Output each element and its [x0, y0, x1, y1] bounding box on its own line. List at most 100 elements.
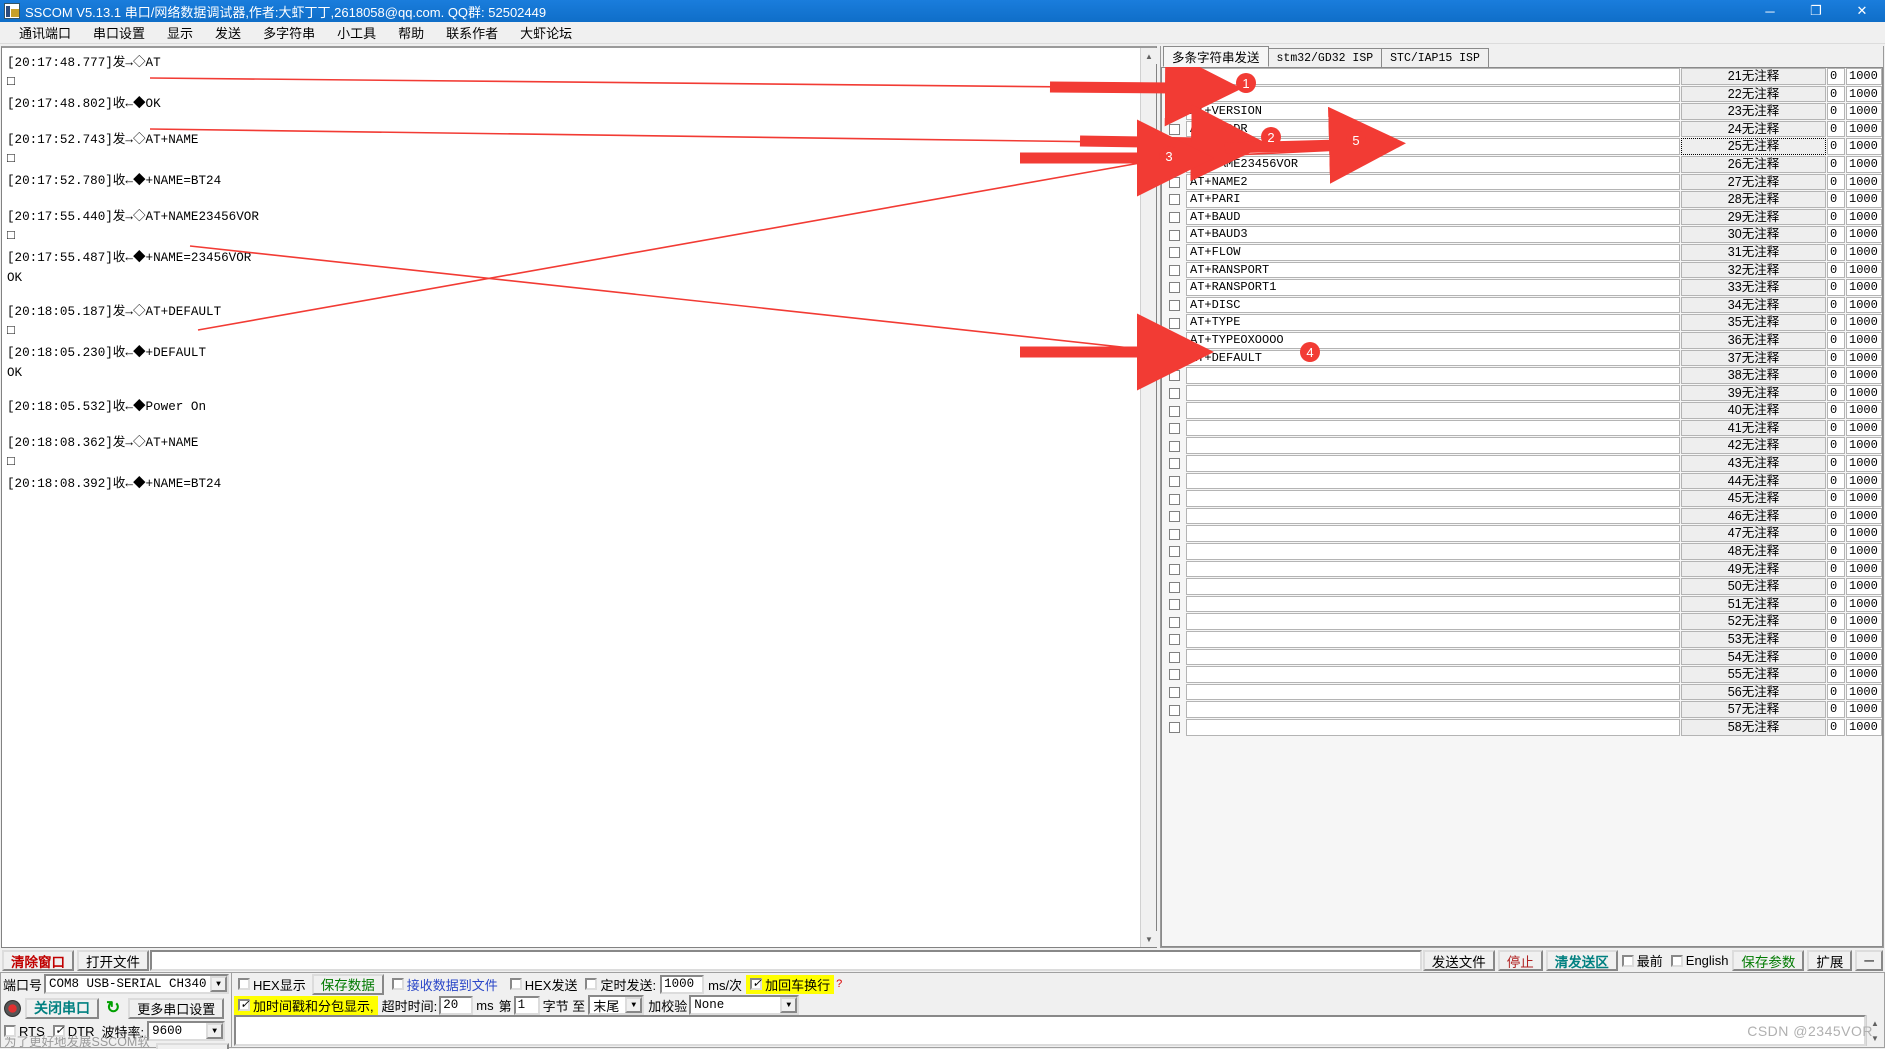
command-input[interactable] — [1186, 525, 1680, 543]
english-checkbox[interactable]: English — [1667, 953, 1733, 968]
interval-cell[interactable]: 1000 — [1846, 455, 1882, 472]
chevron-down-icon[interactable]: ▼ — [206, 1023, 224, 1039]
save-params-button[interactable]: 保存参数 — [1732, 950, 1805, 971]
command-row[interactable]: 45无注释 0 1000 — [1162, 490, 1882, 508]
note-cell[interactable]: 57无注释 — [1681, 701, 1826, 718]
menu-item-3[interactable]: 发送 — [204, 21, 252, 44]
command-input[interactable]: AT+DISC — [1186, 296, 1680, 314]
refresh-icon[interactable]: ↻ — [106, 998, 120, 1018]
command-row[interactable]: AT+NAME 25无注释 0 1000 — [1162, 138, 1882, 156]
count-cell[interactable]: 0 — [1827, 455, 1845, 472]
count-cell[interactable]: 0 — [1827, 208, 1845, 226]
interval-cell[interactable]: 1000 — [1846, 243, 1882, 261]
row-checkbox[interactable] — [1162, 138, 1186, 156]
count-cell[interactable]: 0 — [1827, 507, 1845, 525]
count-cell[interactable]: 0 — [1827, 243, 1845, 261]
interval-cell[interactable]: 1000 — [1846, 173, 1882, 191]
command-row[interactable]: AT+BAUD 29无注释 0 1000 — [1162, 208, 1882, 227]
command-row[interactable]: 52无注释 0 1000 — [1162, 613, 1882, 631]
command-row[interactable]: AT 22无注释 0 1000 — [1162, 85, 1882, 104]
row-checkbox[interactable] — [1162, 297, 1186, 315]
note-cell[interactable]: 53无注释 — [1681, 631, 1826, 648]
count-cell[interactable]: 0 — [1827, 155, 1845, 173]
tab-1[interactable]: stm32/GD32 ISP — [1267, 48, 1383, 67]
note-cell[interactable]: 34无注释 — [1681, 296, 1826, 314]
note-cell[interactable]: 27无注释 — [1681, 173, 1826, 191]
timestamp-checkbox[interactable]: 加时间戳和分包显示, — [234, 995, 378, 1015]
count-cell[interactable]: 0 — [1827, 666, 1845, 683]
interval-cell[interactable]: 1000 — [1846, 718, 1882, 736]
command-input[interactable] — [1186, 472, 1680, 490]
save-data-button[interactable]: 保存数据 — [311, 973, 384, 995]
byte-end-select[interactable]: 末尾 ▼ — [588, 995, 645, 1015]
row-checkbox[interactable] — [1162, 666, 1186, 684]
row-checkbox[interactable] — [1162, 314, 1186, 332]
tab-0[interactable]: 多条字符串发送 — [1163, 46, 1269, 67]
note-cell[interactable]: 47无注释 — [1681, 525, 1826, 543]
row-checkbox[interactable] — [1162, 385, 1186, 403]
count-cell[interactable]: 0 — [1827, 349, 1845, 367]
command-row[interactable]: 50无注释 0 1000 — [1162, 578, 1882, 596]
row-checkbox[interactable] — [1162, 719, 1186, 737]
count-cell[interactable]: 0 — [1827, 613, 1845, 630]
command-row[interactable]: AT+VERSION 23无注释 0 1000 — [1162, 103, 1882, 121]
command-input[interactable]: AT+BAUD — [1186, 208, 1680, 226]
row-checkbox[interactable] — [1162, 649, 1186, 667]
row-checkbox[interactable] — [1162, 262, 1186, 280]
command-row[interactable]: AT+TYPE 35无注释 0 1000 — [1162, 314, 1882, 332]
command-row[interactable]: 21无注释 0 1000 — [1162, 68, 1882, 86]
count-cell[interactable]: 0 — [1827, 437, 1845, 455]
command-input[interactable] — [1186, 490, 1680, 507]
baud-select[interactable]: 9600 ▼ — [147, 1021, 226, 1041]
note-cell[interactable]: 36无注释 — [1681, 331, 1826, 349]
command-input[interactable]: AT+LADDR — [1186, 120, 1680, 138]
note-cell[interactable]: 48无注释 — [1681, 543, 1826, 560]
row-checkbox[interactable] — [1162, 578, 1186, 596]
close-button[interactable]: ✕ — [1839, 0, 1885, 22]
byte-start-input[interactable]: 1 — [513, 995, 540, 1015]
row-checkbox[interactable] — [1162, 402, 1186, 420]
row-checkbox[interactable] — [1162, 631, 1186, 649]
interval-cell[interactable]: 1000 — [1846, 367, 1882, 384]
interval-cell[interactable]: 1000 — [1846, 68, 1882, 85]
count-cell[interactable]: 0 — [1827, 419, 1845, 437]
note-cell[interactable]: 38无注释 — [1681, 367, 1826, 384]
command-row[interactable]: 40无注释 0 1000 — [1162, 402, 1882, 420]
row-checkbox[interactable] — [1162, 86, 1186, 104]
menu-item-1[interactable]: 串口设置 — [82, 21, 156, 44]
command-input[interactable] — [1186, 613, 1680, 630]
count-cell[interactable]: 0 — [1827, 472, 1845, 490]
command-input[interactable] — [1186, 402, 1680, 419]
command-input[interactable]: AT+NAME2 — [1186, 173, 1680, 191]
count-cell[interactable]: 0 — [1827, 543, 1845, 560]
menu-item-2[interactable]: 显示 — [156, 21, 204, 44]
row-checkbox[interactable] — [1162, 437, 1186, 455]
count-cell[interactable]: 0 — [1827, 279, 1845, 296]
command-row[interactable]: 43无注释 0 1000 — [1162, 455, 1882, 473]
timed-send-checkbox[interactable]: 定时发送: — [581, 975, 660, 994]
command-input[interactable]: AT+NAME23456VOR — [1186, 155, 1680, 173]
tab-2[interactable]: STC/IAP15 ISP — [1381, 48, 1489, 67]
collapse-button[interactable]: ─ — [1855, 950, 1883, 971]
count-cell[interactable]: 0 — [1827, 367, 1845, 384]
command-row[interactable]: AT+TYPEOXOOOO 36无注释 0 1000 — [1162, 331, 1882, 350]
count-cell[interactable]: 0 — [1827, 718, 1845, 736]
command-input[interactable] — [1186, 701, 1680, 718]
command-input[interactable] — [1186, 437, 1680, 455]
send-file-button[interactable]: 发送文件 — [1422, 950, 1495, 971]
chevron-down-icon[interactable]: ▼ — [625, 997, 643, 1013]
command-input[interactable] — [1186, 560, 1680, 578]
checksum-select[interactable]: None ▼ — [689, 995, 800, 1015]
row-checkbox[interactable] — [1162, 279, 1186, 297]
note-cell[interactable]: 45无注释 — [1681, 490, 1826, 507]
command-input[interactable] — [1186, 419, 1680, 437]
timed-value-input[interactable]: 1000 — [660, 974, 705, 994]
row-checkbox[interactable] — [1162, 613, 1186, 631]
maximize-button[interactable]: ❐ — [1793, 0, 1839, 22]
command-row[interactable]: AT+NAME23456VOR 26无注释 0 1000 — [1162, 155, 1882, 174]
command-input[interactable]: AT+DEFAULT — [1186, 349, 1680, 367]
interval-cell[interactable]: 1000 — [1846, 120, 1882, 138]
interval-cell[interactable]: 1000 — [1846, 279, 1882, 296]
note-cell[interactable]: 49无注释 — [1681, 560, 1826, 578]
menu-item-7[interactable]: 联系作者 — [435, 21, 509, 44]
